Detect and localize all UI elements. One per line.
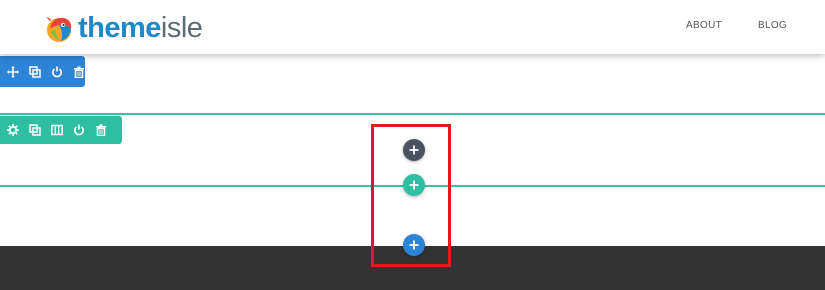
row-toolbar [0, 56, 85, 87]
trash-icon[interactable] [95, 124, 107, 136]
duplicate-icon[interactable] [29, 124, 41, 136]
power-icon[interactable] [51, 66, 63, 78]
duplicate-icon[interactable] [29, 65, 41, 78]
gear-icon[interactable] [7, 124, 19, 136]
site-header: themeisle ABOUT BLOG [0, 0, 825, 54]
trash-icon[interactable] [73, 66, 85, 78]
themeisle-logo[interactable]: themeisle [42, 10, 203, 46]
nav-item-blog[interactable]: BLOG [758, 20, 787, 31]
logo-word-light: isle [160, 11, 203, 44]
nav-item-about[interactable]: ABOUT [686, 20, 722, 31]
highlight-box [371, 124, 451, 267]
parrot-logo-icon [46, 17, 72, 42]
logo-wordmark: themeisle [78, 11, 203, 44]
columns-icon[interactable] [51, 124, 63, 136]
main-nav: ABOUT BLOG [686, 20, 787, 31]
logo-word-bold: theme [78, 11, 161, 44]
section-border-top [0, 113, 825, 115]
move-icon[interactable] [7, 65, 19, 78]
power-icon[interactable] [73, 124, 85, 136]
section-toolbar [0, 116, 122, 144]
